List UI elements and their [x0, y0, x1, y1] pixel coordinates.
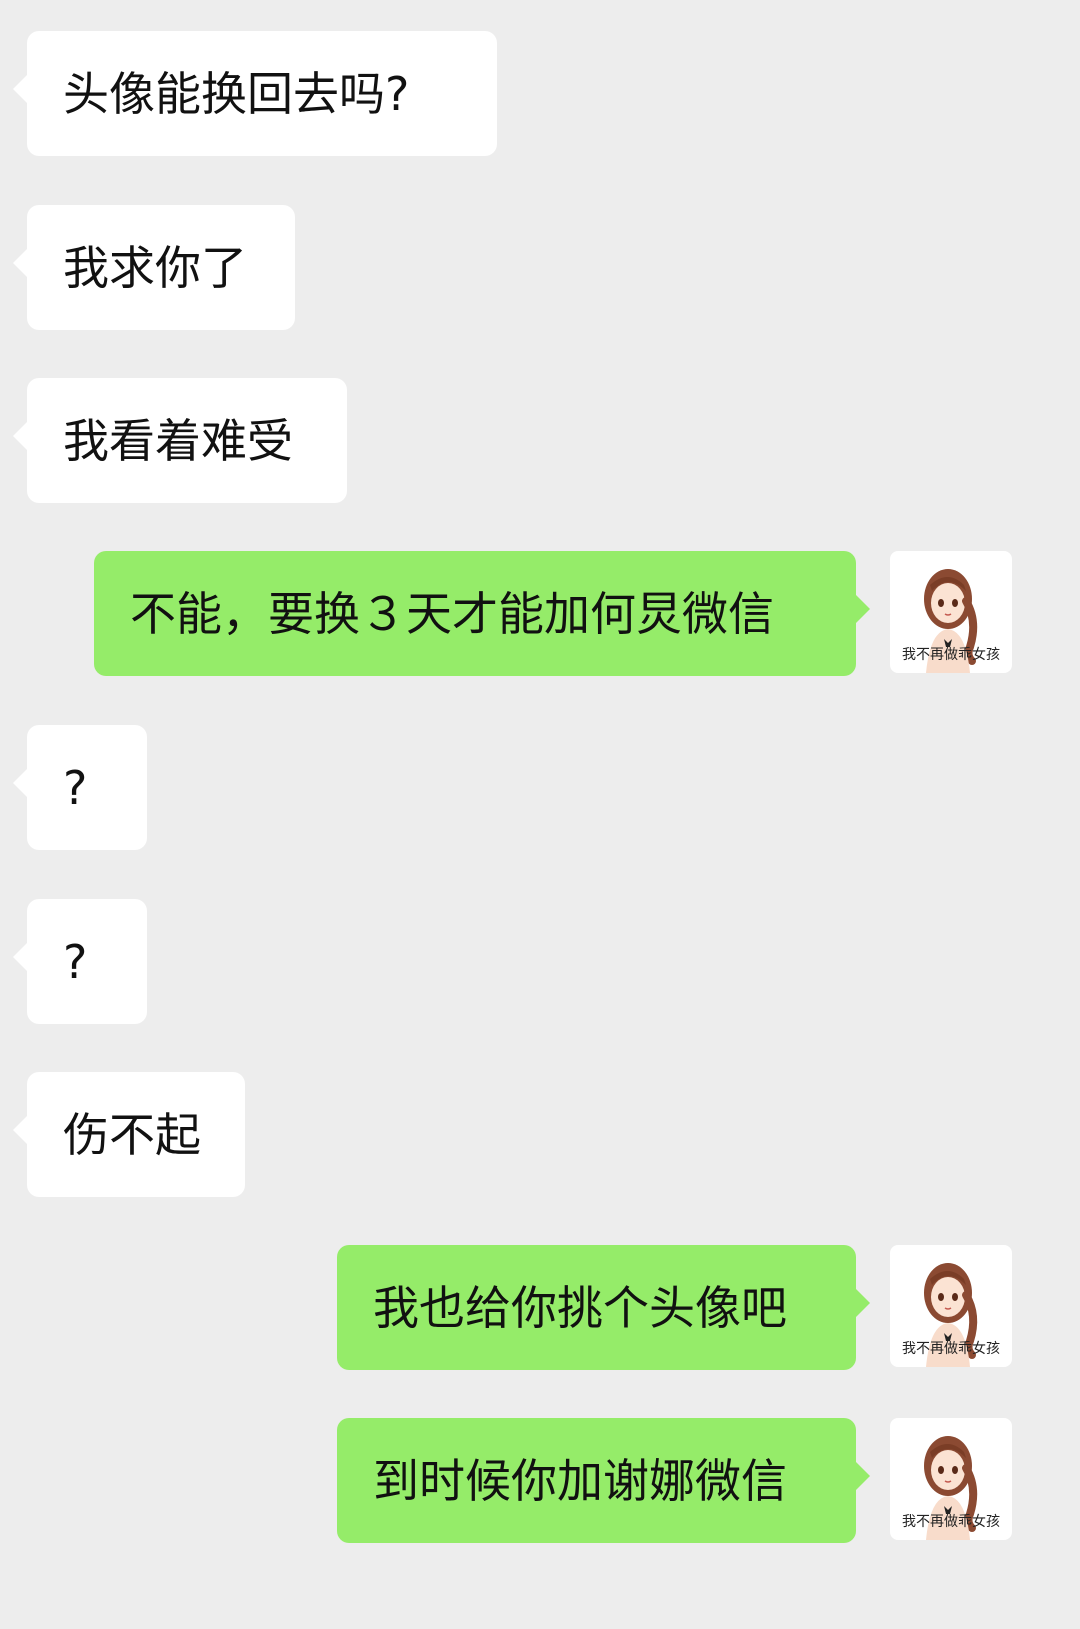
sender-avatar[interactable]: 我不再做乖女孩	[890, 1245, 1012, 1367]
outgoing-message-bubble[interactable]: 到时候你加谢娜微信	[337, 1418, 870, 1543]
message-text: ?	[63, 934, 88, 989]
avatar-caption: 我不再做乖女孩	[902, 1514, 1000, 1530]
avatar-caption: 我不再做乖女孩	[902, 1341, 1000, 1357]
outgoing-message-bubble[interactable]: 不能，要换３天才能加何炅微信	[94, 551, 870, 676]
message-text: 我也给你挑个头像吧	[373, 1280, 787, 1335]
message-text: 头像能换回去吗?	[63, 66, 410, 121]
incoming-message-bubble[interactable]: ?	[13, 725, 147, 850]
message-text: 伤不起	[63, 1107, 201, 1162]
incoming-message-bubble[interactable]: 我看着难受	[13, 378, 347, 503]
message-text: 不能，要换３天才能加何炅微信	[130, 586, 774, 641]
incoming-message-bubble[interactable]: 伤不起	[13, 1072, 245, 1197]
incoming-message-bubble[interactable]: ?	[13, 899, 147, 1024]
chat-message-list[interactable]: 头像能换回去吗? 我求你了 我看着难受 不能，要换３天才能加何炅微信 我不再做乖…	[0, 0, 1080, 1629]
message-text: 我求你了	[63, 240, 247, 295]
message-text: 我看着难受	[63, 413, 293, 468]
outgoing-message-bubble[interactable]: 我也给你挑个头像吧	[337, 1245, 870, 1370]
sender-avatar[interactable]: 我不再做乖女孩	[890, 1418, 1012, 1540]
incoming-message-bubble[interactable]: 头像能换回去吗?	[13, 31, 497, 156]
avatar-caption: 我不再做乖女孩	[902, 647, 1000, 663]
incoming-message-bubble[interactable]: 我求你了	[13, 205, 295, 330]
message-text: 到时候你加谢娜微信	[373, 1453, 787, 1508]
message-text: ?	[63, 760, 88, 815]
sender-avatar[interactable]: 我不再做乖女孩	[890, 551, 1012, 673]
